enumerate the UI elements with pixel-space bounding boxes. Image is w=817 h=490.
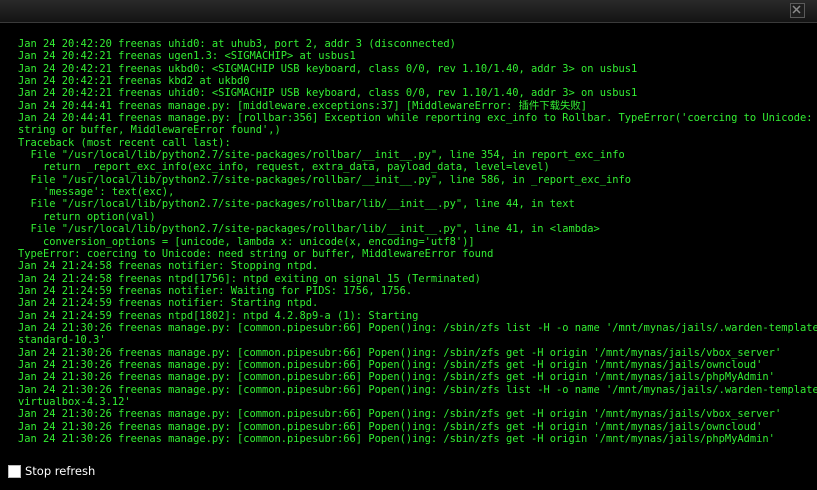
- title-bar: [0, 0, 817, 23]
- stop-refresh-checkbox[interactable]: [8, 464, 21, 478]
- console-log-text: Jan 24 20:42:20 freenas uhid0: at uhub3,…: [18, 38, 817, 445]
- console-line: standard-10.3': [18, 334, 106, 347]
- console-line: return _report_exc_info(exc_info, reques…: [18, 161, 550, 174]
- console-line: Traceback (most recent call last):: [18, 136, 231, 149]
- console-log-area[interactable]: Jan 24 20:42:20 freenas uhid0: at uhub3,…: [18, 38, 817, 458]
- console-line: Jan 24 21:24:59 freenas notifier: Waitin…: [18, 284, 413, 297]
- console-line: File "/usr/local/lib/python2.7/site-pack…: [18, 223, 600, 236]
- console-line: Jan 24 20:42:21 freenas uhid0: <SIGMACHI…: [18, 87, 638, 100]
- console-line: Jan 24 21:30:26 freenas manage.py: [comm…: [18, 358, 763, 371]
- console-line: Jan 24 21:30:26 freenas manage.py: [comm…: [18, 420, 763, 433]
- console-line: Jan 24 21:24:59 freenas ntpd[1802]: ntpd…: [18, 309, 419, 322]
- stop-refresh-label[interactable]: Stop refresh: [25, 464, 95, 478]
- console-line: Jan 24 21:30:26 freenas manage.py: [comm…: [18, 371, 775, 384]
- log-window: Jan 24 20:42:20 freenas uhid0: at uhub3,…: [0, 0, 817, 490]
- console-line: File "/usr/local/lib/python2.7/site-pack…: [18, 149, 625, 162]
- console-line: File "/usr/local/lib/python2.7/site-pack…: [18, 173, 632, 186]
- console-line: Jan 24 20:44:41 freenas manage.py: [midd…: [18, 99, 588, 112]
- footer: Stop refresh: [8, 463, 95, 479]
- console-line: conversion_options = [unicode, lambda x:…: [18, 235, 475, 248]
- console-line: Jan 24 21:30:26 freenas manage.py: [comm…: [18, 408, 782, 421]
- console-line: string or buffer, MiddlewareError found'…: [18, 124, 281, 137]
- console-line: TypeError: coercing to Unicode: need str…: [18, 247, 494, 260]
- console-line: Jan 24 21:30:26 freenas manage.py: [comm…: [18, 433, 775, 445]
- close-icon: [792, 5, 801, 14]
- console-line: Jan 24 20:42:21 freenas kbd2 at ukbd0: [18, 75, 250, 88]
- console-line: 'message': text(exc),: [18, 186, 175, 199]
- console-line: Jan 24 20:42:21 freenas ukbd0: <SIGMACHI…: [18, 62, 638, 75]
- console-line: Jan 24 20:44:41 freenas manage.py: [roll…: [18, 112, 817, 125]
- console-line: virtualbox-4.3.12': [18, 395, 131, 408]
- console-line: Jan 24 21:30:26 freenas manage.py: [comm…: [18, 346, 782, 359]
- console-line: Jan 24 20:42:21 freenas ugen1.3: <SIGMAC…: [18, 50, 356, 63]
- console-line: Jan 24 21:30:26 freenas manage.py: [comm…: [18, 383, 817, 396]
- console-line: return option(val): [18, 210, 156, 223]
- close-button[interactable]: [790, 3, 805, 18]
- console-line: Jan 24 21:24:58 freenas ntpd[1756]: ntpd…: [18, 272, 481, 285]
- console-line: Jan 24 20:42:20 freenas uhid0: at uhub3,…: [18, 38, 456, 50]
- console-line: Jan 24 21:30:26 freenas manage.py: [comm…: [18, 321, 817, 334]
- console-line: Jan 24 21:24:58 freenas notifier: Stoppi…: [18, 260, 319, 273]
- console-line: File "/usr/local/lib/python2.7/site-pack…: [18, 198, 575, 211]
- console-line: Jan 24 21:24:59 freenas notifier: Starti…: [18, 297, 319, 310]
